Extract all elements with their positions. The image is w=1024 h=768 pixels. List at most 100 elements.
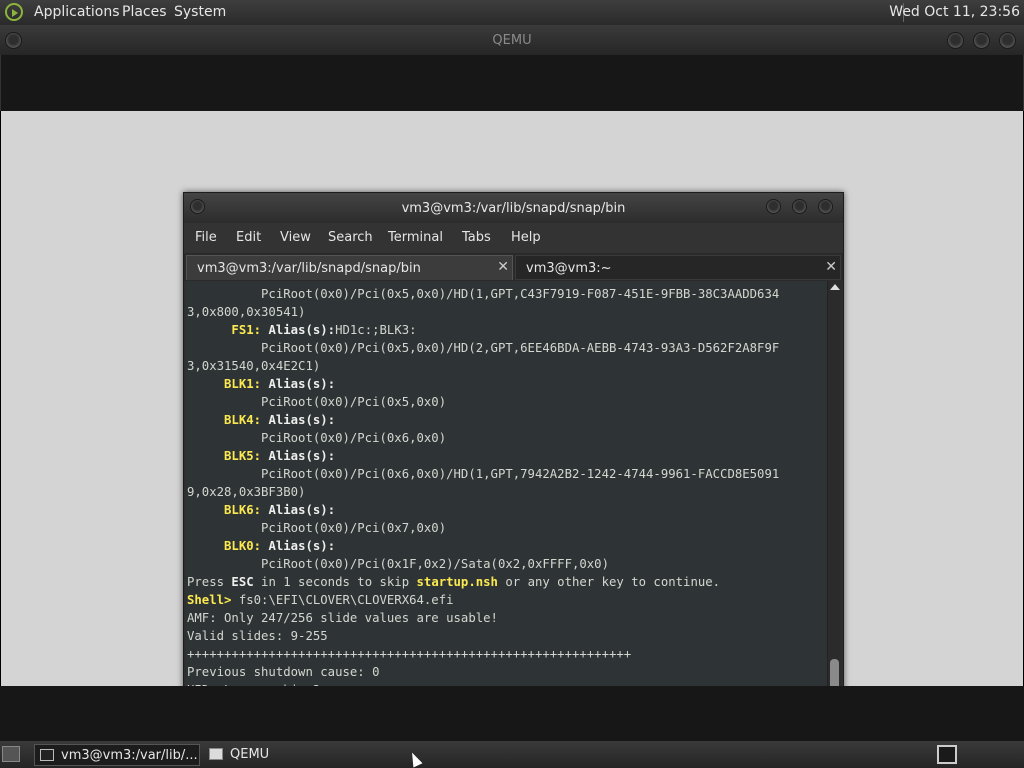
taskbar-item-label: vm3@vm3:/var/lib/... xyxy=(61,748,198,763)
terminal-text: ++++++++++++++++++++++++++++++++++++++++… xyxy=(187,647,632,661)
terminal-text: or any other key to continue. xyxy=(497,575,721,589)
tab-close-icon[interactable]: ✕ xyxy=(497,259,509,275)
taskbar-item-label: QEMU xyxy=(230,747,270,762)
terminal-text: AMF: Only 247/256 slide values are usabl… xyxy=(187,611,498,625)
terminal-text: PciRoot(0x0)/Pci(0x7,0x0) xyxy=(187,521,447,535)
terminal-text: BLK5: xyxy=(224,449,262,463)
qemu-display[interactable]: vm3@vm3:/var/lib/snapd/snap/bin File Edi… xyxy=(0,55,1024,741)
terminal-window[interactable]: vm3@vm3:/var/lib/snapd/snap/bin File Edi… xyxy=(183,192,844,717)
terminal-line: BLK1: Alias(s): xyxy=(187,375,335,393)
workspace-switcher[interactable] xyxy=(937,745,957,764)
clock[interactable]: Wed Oct 11, 23:56 xyxy=(889,4,1020,20)
terminal-text: HD1c:;BLK3: xyxy=(335,323,417,337)
qemu-bottom-band xyxy=(0,686,1024,741)
close-icon[interactable] xyxy=(999,32,1016,49)
terminal-line: Previous shutdown cause: 0 xyxy=(187,663,380,681)
menu-search[interactable]: Search xyxy=(328,230,373,245)
terminal-line: AMF: Only 247/256 slide values are usabl… xyxy=(187,609,498,627)
terminal-menubar: File Edit View Search Terminal Tabs Help xyxy=(184,223,843,253)
terminal-text: Alias(s): xyxy=(268,503,336,517)
terminal-line: Press ESC in 1 seconds to skip startup.n… xyxy=(187,573,720,591)
terminal-text: FS1: xyxy=(231,323,262,337)
terminal-text: in 1 seconds to skip xyxy=(253,575,417,589)
terminal-text: Shell> xyxy=(187,593,232,607)
menu-applications[interactable]: Applications xyxy=(34,4,120,20)
terminal-icon xyxy=(40,749,54,761)
terminal-line: Shell> fs0:\EFI\CLOVER\CLOVERX64.efi xyxy=(187,591,454,609)
terminal-text: 3,0x800,0x30541) xyxy=(187,305,306,319)
terminal-text: startup.nsh xyxy=(416,575,498,589)
terminal-text: Previous shutdown cause: 0 xyxy=(187,665,380,679)
scroll-up-icon[interactable] xyxy=(830,284,840,290)
terminal-text: PciRoot(0x0)/Pci(0x6,0x0) xyxy=(187,431,447,445)
bottom-taskbar: vm3@vm3:/var/lib/... QEMU xyxy=(0,741,1024,768)
terminal-text: Alias(s): xyxy=(268,539,336,553)
minimize-icon[interactable] xyxy=(947,32,964,49)
tab-home[interactable]: vm3@vm3:~ ✕ xyxy=(515,255,841,280)
terminal-line: BLK5: Alias(s): xyxy=(187,447,335,465)
terminal-line: FS1: Alias(s):HD1c:;BLK3: xyxy=(187,321,417,339)
terminal-maximize-icon[interactable] xyxy=(792,199,807,214)
terminal-text: Valid slides: 9-255 xyxy=(187,629,328,643)
terminal-line: PciRoot(0x0)/Pci(0x7,0x0) xyxy=(187,519,446,537)
window-icon xyxy=(209,748,223,760)
menu-view[interactable]: View xyxy=(280,230,311,245)
terminal-scrollbar[interactable] xyxy=(827,281,842,713)
terminal-minimize-icon[interactable] xyxy=(766,199,781,214)
terminal-line: PciRoot(0x0)/Pci(0x5,0x0)/HD(2,GPT,6EE46… xyxy=(187,339,779,357)
taskbar-item-qemu[interactable]: QEMU xyxy=(204,744,324,766)
taskbar-item-terminal[interactable]: vm3@vm3:/var/lib/... xyxy=(34,744,200,766)
terminal-text: BLK0: xyxy=(224,539,262,553)
terminal-text: Alias(s): xyxy=(268,377,336,391)
terminal-text: BLK6: xyxy=(224,503,262,517)
terminal-text: ESC xyxy=(231,575,254,589)
terminal-text: Alias(s): xyxy=(268,449,336,463)
terminal-line: PciRoot(0x0)/Pci(0x1F,0x2)/Sata(0x2,0xFF… xyxy=(187,555,609,573)
tab-close-icon[interactable]: ✕ xyxy=(825,259,837,275)
distro-logo-icon[interactable] xyxy=(5,3,23,21)
terminal-text: BLK1: xyxy=(224,377,262,391)
terminal-text: BLK4: xyxy=(224,413,262,427)
tab-snap-bin[interactable]: vm3@vm3:/var/lib/snapd/snap/bin ✕ xyxy=(186,255,513,280)
menu-system[interactable]: System xyxy=(174,4,226,20)
maximize-icon[interactable] xyxy=(973,32,990,49)
terminal-text: PciRoot(0x0)/Pci(0x5,0x0)/HD(1,GPT,C43F7… xyxy=(187,287,780,301)
terminal-text: PciRoot(0x0)/Pci(0x6,0x0)/HD(1,GPT,7942A… xyxy=(187,467,780,481)
terminal-text: fs0:\EFI\CLOVER\CLOVERX64.efi xyxy=(231,593,454,607)
terminal-line: BLK0: Alias(s): xyxy=(187,537,335,555)
guest-screen[interactable]: vm3@vm3:/var/lib/snapd/snap/bin File Edi… xyxy=(1,111,1023,717)
terminal-line: PciRoot(0x0)/Pci(0x5,0x0) xyxy=(187,393,446,411)
menu-places[interactable]: Places xyxy=(122,4,167,20)
qemu-titlebar[interactable]: QEMU xyxy=(0,25,1024,55)
menu-tabs[interactable]: Tabs xyxy=(462,230,491,245)
terminal-line: BLK4: Alias(s): xyxy=(187,411,335,429)
terminal-title: vm3@vm3:/var/lib/snapd/snap/bin xyxy=(401,201,626,216)
show-desktop-icon[interactable] xyxy=(2,746,20,762)
terminal-text: Press xyxy=(187,575,232,589)
terminal-output[interactable]: PciRoot(0x0)/Pci(0x5,0x0)/HD(1,GPT,C43F7… xyxy=(186,281,827,713)
menu-terminal[interactable]: Terminal xyxy=(388,230,443,245)
terminal-line: 3,0x800,0x30541) xyxy=(187,303,305,321)
terminal-close-icon[interactable] xyxy=(818,199,833,214)
menu-file[interactable]: File xyxy=(195,230,217,245)
top-panel: Applications Places System Wed Oct 11, 2… xyxy=(0,0,1024,25)
terminal-text: Alias(s): xyxy=(268,323,336,337)
tab-label: vm3@vm3:~ xyxy=(526,261,612,276)
terminal-line: PciRoot(0x0)/Pci(0x6,0x0)/HD(1,GPT,7942A… xyxy=(187,465,779,483)
terminal-line: ++++++++++++++++++++++++++++++++++++++++… xyxy=(187,645,631,663)
terminal-line: PciRoot(0x0)/Pci(0x6,0x0) xyxy=(187,429,446,447)
terminal-text: 3,0x31540,0x4E2C1) xyxy=(187,359,321,373)
tab-label: vm3@vm3:/var/lib/snapd/snap/bin xyxy=(197,261,421,276)
terminal-line: 9,0x28,0x3BF3B0) xyxy=(187,483,305,501)
menu-help[interactable]: Help xyxy=(511,230,541,245)
terminal-text: PciRoot(0x0)/Pci(0x5,0x0)/HD(2,GPT,6EE46… xyxy=(187,341,780,355)
terminal-text: 9,0x28,0x3BF3B0) xyxy=(187,485,306,499)
menu-edit[interactable]: Edit xyxy=(236,230,261,245)
terminal-titlebar[interactable]: vm3@vm3:/var/lib/snapd/snap/bin xyxy=(184,193,843,223)
